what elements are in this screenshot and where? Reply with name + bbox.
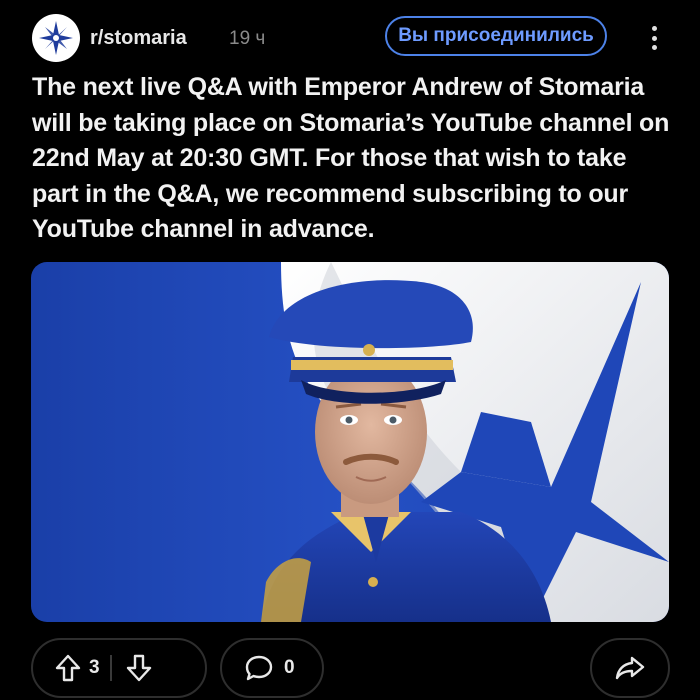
comment-count: 0: [284, 657, 295, 678]
post-header: r/stomaria 19 ч Вы присоединились: [32, 14, 672, 62]
subreddit-avatar[interactable]: [32, 14, 80, 62]
comment-button[interactable]: 0: [220, 638, 324, 698]
emperor-portrait-image: [31, 262, 669, 622]
post-timestamp: 19 ч: [229, 28, 266, 49]
downvote-button[interactable]: [126, 654, 152, 682]
share-arrow-icon: [615, 656, 645, 680]
comment-bubble-icon: [245, 655, 273, 681]
vote-control: 3: [31, 638, 207, 698]
more-vertical-icon: [651, 26, 657, 31]
arrow-down-icon: [126, 654, 151, 682]
post-body-text: The next live Q&A with Emperor Andrew of…: [32, 73, 670, 243]
more-options-button[interactable]: [642, 22, 666, 54]
star-emblem-icon: [39, 21, 73, 55]
comment-icon-wrap: [244, 654, 274, 682]
reddit-post: r/stomaria 19 ч Вы присоединились The ne…: [0, 0, 700, 700]
arrow-up-icon: [55, 654, 81, 682]
vote-count: 3: [89, 657, 100, 678]
joined-button[interactable]: Вы присоединились: [385, 16, 607, 56]
post-actions-bar: 3 0: [0, 638, 700, 700]
upvote-button[interactable]: [55, 654, 81, 682]
share-button[interactable]: [590, 638, 670, 698]
post-image[interactable]: [31, 262, 669, 622]
vote-divider: [109, 655, 112, 681]
subreddit-name[interactable]: r/stomaria: [90, 27, 187, 50]
